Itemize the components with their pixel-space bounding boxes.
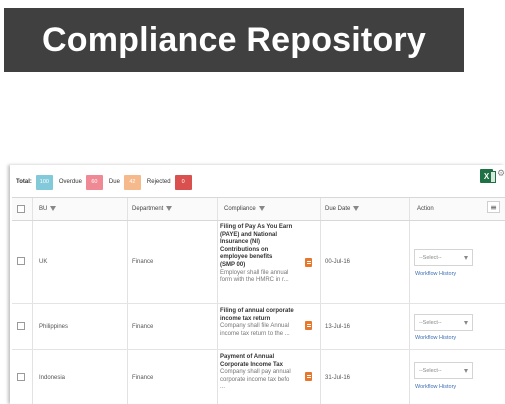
column-header-bu[interactable]: BU [39, 206, 57, 213]
compliance-table: BU Department Compliance Due Date Action… [12, 197, 505, 404]
title-banner: Compliance Repository [4, 8, 464, 72]
workflow-history-link[interactable]: Workflow History [415, 271, 456, 277]
table-row: Indonesia Finance Payment of Annual Corp… [12, 350, 505, 404]
overdue-badge[interactable]: 60 [85, 174, 103, 190]
bu-header-label: BU [39, 206, 48, 213]
document-icon[interactable] [305, 258, 312, 267]
due-date-cell: 00-Jul-16 [325, 259, 351, 265]
compliance-cell: Payment of Annual Corporate Income Tax C… [220, 354, 304, 392]
chevron-down-icon [464, 321, 468, 325]
total-badge[interactable]: 100 [35, 174, 53, 190]
department-cell: Finance [132, 324, 154, 330]
filter-icon[interactable] [50, 206, 57, 211]
due-badge[interactable]: 42 [123, 174, 141, 190]
compliance-title-line: Corporate Income Tax [220, 361, 283, 368]
action-select-value: --Select-- [419, 367, 442, 374]
department-header-label: Department [132, 206, 164, 213]
document-icon[interactable] [305, 372, 312, 381]
action-select[interactable]: --Select-- [414, 314, 473, 331]
column-header-compliance[interactable]: Compliance [224, 206, 265, 212]
filter-icon[interactable] [258, 206, 265, 211]
workflow-history-link[interactable]: Workflow History [415, 384, 456, 390]
compliance-title[interactable]: Filing of annual corporate income tax re… [220, 308, 304, 323]
select-all-checkbox[interactable] [17, 205, 25, 213]
bu-cell: UK [39, 259, 48, 265]
compliance-desc-line: ... [220, 384, 226, 391]
compliance-desc-line: Employer shall file annual [220, 269, 289, 276]
due-label: Due [108, 179, 120, 185]
row-checkbox[interactable] [17, 322, 25, 330]
compliance-title-line: Insurance (NI) [220, 239, 261, 246]
rejected-label: Rejected [146, 179, 171, 185]
table-row: UK Finance Filing of Pay As You Earn (PA… [12, 221, 505, 304]
compliance-panel: Total: 100 Overdue 60 Due 42 Rejected 0 … [10, 165, 505, 404]
chevron-down-icon [464, 369, 468, 373]
compliance-desc-line: form with the HMRC in r... [220, 277, 289, 284]
compliance-cell: Filing of Pay As You Earn (PAYE) and Nat… [220, 224, 304, 285]
column-header-action: Action [417, 206, 434, 212]
column-menu-icon[interactable]: ≡ [487, 201, 500, 213]
compliance-title-line: Filing of annual corporate [220, 308, 294, 314]
compliance-desc-line: income tax return to the ... [220, 330, 290, 337]
row-checkbox[interactable] [17, 373, 25, 381]
gear-icon[interactable]: ⚙ [497, 169, 505, 179]
bu-cell: Philippines [39, 324, 69, 330]
compliance-description: Company shall pay annual corporate incom… [220, 369, 304, 392]
column-header-department[interactable]: Department [132, 206, 173, 213]
status-summary: Total: 100 Overdue 60 Due 42 Rejected 0 [16, 173, 195, 191]
due-date-cell: 13-Jul-16 [325, 324, 351, 330]
compliance-description: Employer shall file annual form with the… [220, 270, 304, 285]
due-date-header-label: Due Date [325, 206, 351, 213]
compliance-desc-line: Company shall file Annual [220, 323, 290, 330]
compliance-title-line: Filing of Pay As You Earn [220, 224, 293, 230]
compliance-title[interactable]: Payment of Annual Corporate Income Tax [220, 354, 304, 369]
compliance-title-line: (PAYE) and National [220, 231, 278, 238]
filter-icon[interactable] [166, 206, 173, 211]
compliance-title-line: (SMP 00) [220, 261, 246, 268]
department-cell: Finance [132, 259, 154, 265]
compliance-title-line: income tax return [220, 315, 271, 322]
action-select[interactable]: --Select-- [414, 362, 473, 379]
compliance-cell: Filing of annual corporate income tax re… [220, 308, 304, 338]
chevron-down-icon [464, 256, 468, 260]
compliance-title-line: employee benefits [220, 254, 273, 261]
filter-icon[interactable] [353, 206, 360, 211]
action-header-label: Action [417, 206, 434, 212]
page-title: Compliance Repository [42, 20, 426, 59]
compliance-title-line: Contributions on [220, 246, 269, 253]
total-label: Total: [16, 179, 32, 185]
excel-export-icon[interactable]: X [480, 169, 496, 183]
action-select-value: --Select-- [419, 254, 442, 261]
bu-cell: Indonesia [39, 375, 66, 381]
row-checkbox[interactable] [17, 257, 25, 265]
workflow-history-link[interactable]: Workflow History [415, 335, 456, 341]
compliance-title[interactable]: Filing of Pay As You Earn (PAYE) and Nat… [220, 224, 304, 270]
table-row: Philippines Finance Filing of annual cor… [12, 304, 505, 350]
rejected-badge[interactable]: 0 [174, 174, 192, 190]
compliance-desc-line: Company shall pay annual [220, 369, 291, 376]
compliance-title-line: Payment of Annual [220, 354, 275, 360]
action-select-value: --Select-- [419, 319, 442, 326]
document-icon[interactable] [305, 321, 312, 330]
compliance-description: Company shall file Annual income tax ret… [220, 323, 304, 338]
table-header: BU Department Compliance Due Date Action… [12, 197, 505, 221]
due-date-cell: 31-Jul-16 [325, 375, 351, 381]
column-header-due-date[interactable]: Due Date [325, 206, 360, 213]
overdue-label: Overdue [58, 179, 82, 185]
department-cell: Finance [132, 375, 154, 381]
excel-letter: X [483, 171, 490, 181]
action-select[interactable]: --Select-- [414, 249, 473, 266]
compliance-header-label: Compliance [224, 206, 256, 213]
compliance-desc-line: corporate income tax befo [220, 376, 290, 383]
